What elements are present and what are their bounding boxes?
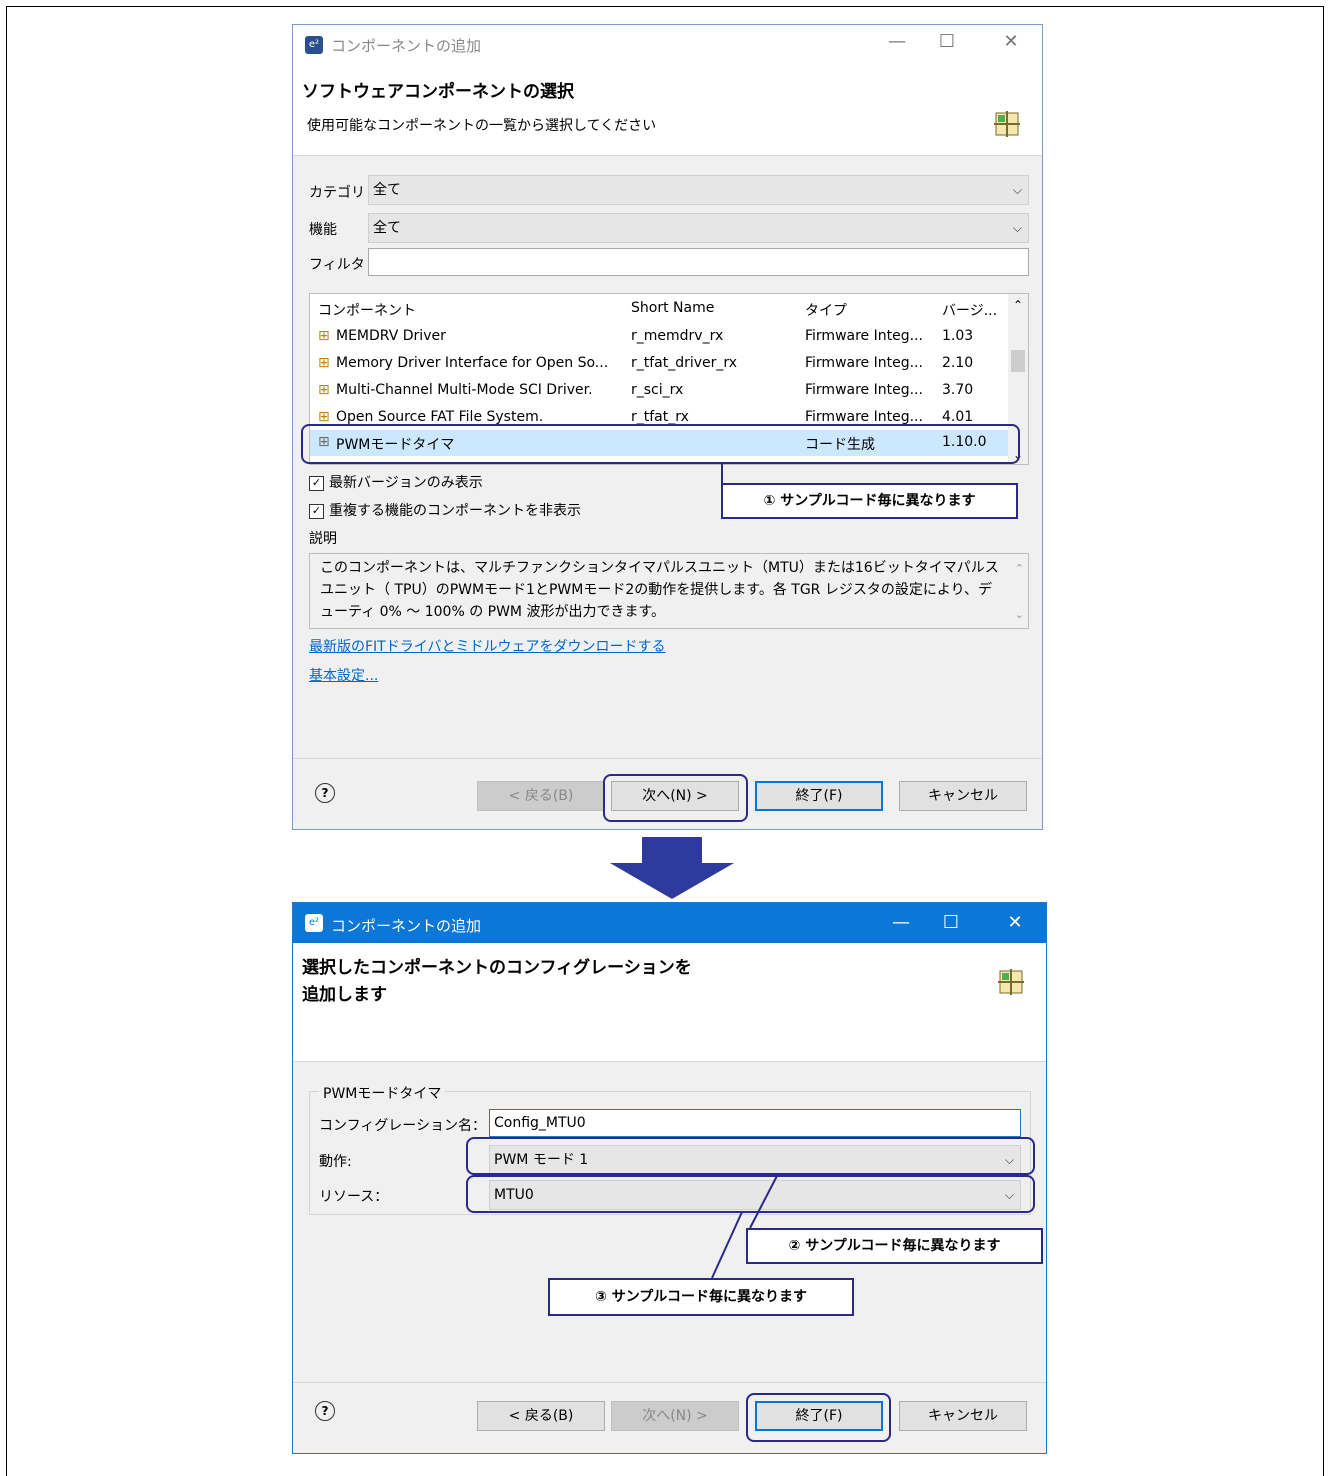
- minimize-icon[interactable]: —: [886, 912, 916, 933]
- next-button-highlight: [603, 774, 748, 822]
- row-name: Memory Driver Interface for Open So...: [336, 355, 609, 371]
- table-row[interactable]: ⊞ Memory Driver Interface for Open So...…: [310, 351, 1008, 377]
- back-button[interactable]: < 戻る(B): [477, 781, 605, 811]
- callout-2: ② サンプルコード毎に異なります: [746, 1228, 1043, 1264]
- category-select[interactable]: 全て ⌵: [368, 175, 1029, 205]
- column-header-type[interactable]: タイプ: [805, 300, 847, 320]
- close-icon[interactable]: ✕: [1000, 912, 1030, 933]
- row-short-name: r_memdrv_rx: [631, 328, 724, 344]
- selected-row-highlight: [301, 424, 1020, 464]
- category-label: カテゴリ: [309, 185, 365, 201]
- row-type: Firmware Integ...: [805, 382, 923, 398]
- callout-connectors: [711, 1173, 779, 1279]
- scroll-up-icon[interactable]: ⌃: [1015, 558, 1024, 580]
- table-row[interactable]: ⊞ MEMDRV Driver r_memdrv_rx Firmware Int…: [310, 324, 1008, 350]
- window-title: コンポーネントの追加: [331, 37, 482, 55]
- download-link[interactable]: 最新版のFITドライバとミドルウェアをダウンロードする: [309, 636, 665, 656]
- component-icon: [994, 111, 1020, 137]
- table-row[interactable]: ⊞ Open Source FAT File System. r_tfat_rx…: [310, 405, 1008, 425]
- scroll-thumb[interactable]: [1011, 350, 1025, 372]
- sort-indicator-icon: ⌃: [463, 293, 473, 301]
- close-icon[interactable]: ✕: [996, 31, 1026, 52]
- operation-label: 動作:: [319, 1154, 352, 1170]
- config-name-label: コンフィグレーション名：: [319, 1118, 487, 1134]
- description-box: このコンポーネントは、マルチファンクションタイマパルスユニット（MTU）または1…: [309, 553, 1029, 629]
- component-icon: ⊞: [318, 409, 330, 425]
- chevron-down-icon: ⌵: [1012, 183, 1022, 197]
- config-name-input[interactable]: Config_MTU0: [489, 1109, 1021, 1137]
- column-header-short-name[interactable]: Short Name: [631, 300, 714, 316]
- maximize-icon[interactable]: ☐: [932, 31, 962, 52]
- column-header-version[interactable]: バージ...: [942, 300, 997, 320]
- app-icon: e²: [305, 36, 323, 54]
- row-short-name: r_tfat_driver_rx: [631, 355, 738, 371]
- description-text: このコンポーネントは、マルチファンクションタイマパルスユニット（MTU）または1…: [320, 560, 999, 620]
- row-type: Firmware Integ...: [805, 355, 923, 371]
- wizard-header: 選択したコンポーネントのコンフィグレーションを追加します: [293, 943, 1046, 1062]
- maximize-icon[interactable]: ☐: [936, 912, 966, 933]
- minimize-icon[interactable]: —: [882, 31, 912, 52]
- group-title: PWMモードタイマ: [319, 1083, 446, 1103]
- row-version: 4.01: [942, 409, 974, 425]
- hide-duplicate-checkbox[interactable]: ✓ 重複する機能のコンポーネントを非表示: [309, 500, 581, 520]
- chevron-down-icon: ⌵: [1012, 221, 1022, 235]
- resource-label: リソース：: [319, 1189, 389, 1205]
- help-icon[interactable]: ?: [315, 783, 335, 803]
- row-name: Multi-Channel Multi-Mode SCI Driver.: [336, 382, 593, 398]
- cancel-button[interactable]: キャンセル: [899, 781, 1027, 811]
- component-icon: ⊞: [318, 382, 330, 398]
- row-name: Open Source FAT File System.: [336, 409, 544, 425]
- wizard-header: ソフトウェアコンポーネントの選択 使用可能なコンポーネントの一覧から選択してくだ…: [293, 63, 1042, 156]
- finish-button-highlight: [746, 1393, 891, 1442]
- column-header-component[interactable]: コンポーネント: [318, 300, 416, 320]
- callout-3: ③ サンプルコード毎に異なります: [548, 1278, 854, 1316]
- dialog-footer: ? < 戻る(B) 次へ(N) > 終了(F) キャンセル: [293, 1382, 1046, 1453]
- table-row[interactable]: ⊞ Multi-Channel Multi-Mode SCI Driver. r…: [310, 378, 1008, 404]
- window-title: コンポーネントの追加: [331, 917, 482, 935]
- row-version: 2.10: [942, 355, 974, 371]
- row-short-name: r_tfat_rx: [631, 409, 689, 425]
- page-title: 選択したコンポーネントのコンフィグレーションを追加します: [302, 958, 692, 1005]
- back-button[interactable]: < 戻る(B): [477, 1401, 605, 1431]
- filter-label: フィルタ: [309, 257, 365, 273]
- operation-highlight: [466, 1137, 1035, 1175]
- function-label: 機能: [309, 222, 337, 238]
- component-icon: [998, 969, 1024, 995]
- checkbox-label: 最新バージョンのみ表示: [329, 475, 483, 491]
- function-value: 全て: [373, 220, 401, 236]
- arrow-down-icon: [610, 837, 734, 899]
- page-subtitle: 使用可能なコンポーネントの一覧から選択してください: [307, 118, 657, 134]
- help-icon[interactable]: ?: [315, 1401, 335, 1421]
- cancel-button[interactable]: キャンセル: [899, 1401, 1027, 1431]
- page-title: ソフトウェアコンポーネントの選択: [302, 82, 574, 102]
- callout-1: ① サンプルコード毎に異なります: [721, 483, 1018, 519]
- latest-only-checkbox[interactable]: ✓ 最新バージョンのみ表示: [309, 472, 483, 492]
- function-select[interactable]: 全て ⌵: [368, 213, 1029, 243]
- finish-button[interactable]: 終了(F): [755, 781, 883, 811]
- row-name: MEMDRV Driver: [336, 328, 446, 344]
- row-type: Firmware Integ...: [805, 409, 923, 425]
- row-short-name: r_sci_rx: [631, 382, 684, 398]
- row-version: 1.03: [942, 328, 974, 344]
- title-bar: e² コンポーネントの追加 — ☐ ✕: [293, 903, 1046, 943]
- next-button[interactable]: 次へ(N) >: [611, 1401, 739, 1431]
- category-value: 全て: [373, 182, 401, 198]
- basic-settings-link[interactable]: 基本設定...: [309, 665, 378, 685]
- row-version: 3.70: [942, 382, 974, 398]
- checkbox-icon: ✓: [309, 475, 324, 491]
- scroll-up-icon[interactable]: ⌃: [1008, 298, 1028, 312]
- checkbox-icon: ✓: [309, 503, 324, 519]
- description-label: 説明: [309, 531, 337, 547]
- title-bar: e² コンポーネントの追加 — ☐ ✕: [293, 25, 1042, 63]
- filter-input[interactable]: [368, 248, 1029, 276]
- component-icon: ⊞: [318, 355, 330, 371]
- row-type: Firmware Integ...: [805, 328, 923, 344]
- scroll-down-icon[interactable]: ⌄: [1015, 604, 1024, 626]
- component-icon: ⊞: [318, 328, 330, 344]
- checkbox-label: 重複する機能のコンポーネントを非表示: [329, 503, 581, 519]
- app-icon: e²: [305, 914, 323, 932]
